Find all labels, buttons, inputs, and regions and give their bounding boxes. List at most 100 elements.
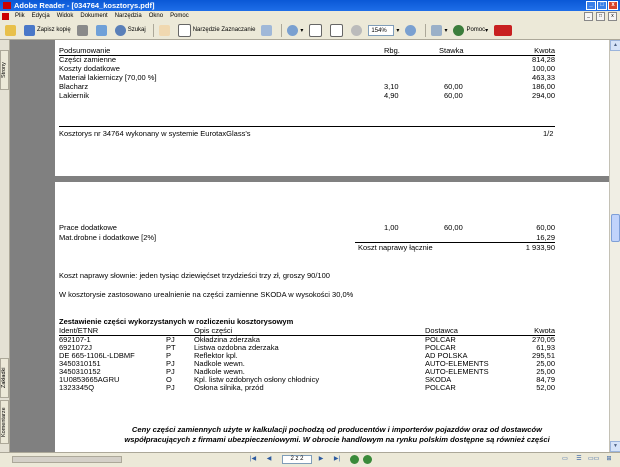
amount-in-words: Koszt naprawy słownie: jeden tysiąc dzie… [59, 271, 330, 280]
plus-icon [405, 24, 417, 36]
open-button[interactable] [3, 23, 20, 38]
help-button[interactable]: Pomoc ▾ [451, 23, 490, 38]
menu-window[interactable]: Okno [149, 13, 163, 19]
search-button[interactable]: Szukaj [113, 23, 148, 38]
actual-size-button[interactable] [307, 23, 326, 38]
document-viewport[interactable]: Podsumowanie Rbg. Stawka Kwota Części za… [10, 40, 609, 452]
summary-row-hours: 4,90 [384, 91, 399, 100]
scroll-thumb[interactable] [611, 214, 620, 242]
parts-title: Zestawienie części wykorzystanych w rozl… [59, 317, 294, 326]
vertical-scrollbar[interactable]: ▲ ▼ [609, 40, 620, 452]
previous-page-button[interactable]: ◀ [264, 455, 274, 464]
hand-icon [158, 24, 170, 36]
adobe-logo-button[interactable] [492, 23, 516, 38]
menu-document[interactable]: Dokument [80, 13, 107, 19]
zoom-input[interactable]: 154% [368, 24, 395, 36]
total-value: 1 933,90 [525, 243, 555, 252]
menu-tools[interactable]: Narzędzia [115, 13, 142, 19]
extra-row-rate: 60,00 [444, 223, 463, 232]
adobe-logo-icon [494, 24, 513, 36]
doc-restore-button[interactable]: □ [596, 12, 605, 21]
footer-rule [59, 126, 555, 127]
previous-view-icon[interactable] [350, 455, 359, 464]
menu-edit[interactable]: Edycja [32, 13, 50, 19]
amount-header: Kwota [534, 46, 555, 55]
search-label: Szukaj [127, 27, 146, 33]
summary-row-label: Części zamienne [59, 55, 117, 64]
save-copy-button[interactable]: Zapisz kopię [22, 23, 73, 38]
zoom-out-button[interactable] [349, 23, 366, 38]
doc-minimize-button[interactable]: _ [584, 12, 593, 21]
continuous-layout-button[interactable]: ☰ [574, 455, 584, 464]
select-tool-button[interactable]: Narzędzie Zaznaczanie [176, 23, 258, 38]
scroll-up-button[interactable]: ▲ [610, 40, 620, 51]
summary-row-hours: 3,10 [384, 82, 399, 91]
summary-row-label: Blacharz [59, 82, 89, 91]
page-number-field[interactable]: 2 z 2 [282, 455, 312, 464]
summary-row-amount: 100,00 [532, 64, 555, 73]
menu-view[interactable]: Widok [57, 13, 74, 19]
printer-icon [76, 24, 88, 36]
tab-pages[interactable]: Strony [0, 50, 9, 90]
rate-header: Stawka [439, 46, 464, 55]
scroll-down-button[interactable]: ▼ [610, 441, 620, 452]
save-copy-label: Zapisz kopię [37, 27, 71, 33]
next-view-icon[interactable] [363, 455, 372, 464]
summary-header: Podsumowanie [59, 46, 111, 55]
summary-row-rate: 60,00 [444, 91, 463, 100]
next-page-button[interactable]: ▶ [316, 455, 326, 464]
summary-row-label: Materiał lakierniczy [70,00 %] [59, 73, 157, 82]
tab-bookmarks[interactable]: Zakładki [0, 358, 9, 398]
email-icon [95, 24, 107, 36]
continuous-facing-button[interactable]: ⊞ [604, 455, 614, 464]
hand-tool-button[interactable] [157, 23, 174, 38]
help-icon [453, 24, 465, 36]
email-button[interactable] [94, 23, 111, 38]
select-tool-label: Narzędzie Zaznaczanie [192, 27, 256, 33]
parts-header-rule [59, 335, 555, 336]
page-icon [309, 23, 323, 37]
header-rule [59, 55, 555, 56]
menu-help[interactable]: Pomoc [170, 13, 189, 19]
help-label: Pomoc [466, 27, 486, 33]
summary-row-label: Koszty dodatkowe [59, 64, 120, 73]
app-icon [3, 2, 11, 9]
price-note-line-1: Ceny części zamiennych użyte w kalkulacj… [131, 425, 543, 434]
menu-file[interactable]: Plik [15, 13, 25, 19]
single-page-layout-button[interactable]: ▭ [560, 455, 570, 464]
summary-row-label: Lakiernik [59, 91, 90, 100]
extra-row-amount: 60,00 [536, 223, 555, 232]
parts-header-supplier: Dostawca [425, 326, 458, 335]
doc-close-button[interactable]: x [608, 12, 617, 21]
footer-page-number: 1/2 [543, 129, 554, 138]
document-icon [2, 12, 9, 20]
snapshot-button[interactable] [259, 23, 276, 38]
title-bar: Adobe Reader - [034764_kosztorys.pdf] _ … [0, 0, 620, 11]
extra-row-hours: 1,00 [384, 223, 399, 232]
summary-row-amount: 814,28 [532, 55, 555, 64]
first-page-button[interactable]: |◀ [248, 455, 258, 464]
zoom-plus-button[interactable] [403, 23, 420, 38]
facing-layout-button[interactable]: ▭▭ [588, 455, 599, 464]
last-page-button[interactable]: ▶| [332, 455, 342, 464]
maximize-button[interactable]: □ [597, 1, 607, 10]
hours-header: Rbg. [384, 46, 400, 55]
minus-icon [351, 24, 363, 36]
fit-page-icon [330, 23, 344, 37]
close-button[interactable]: x [608, 1, 618, 10]
summary-row-amount: 186,00 [532, 82, 555, 91]
zoom-in-button[interactable]: ▾ [285, 23, 305, 38]
chevron-down-icon: ▾ [444, 27, 448, 34]
chevron-down-icon: ▾ [396, 27, 400, 34]
camera-icon [261, 24, 273, 36]
fit-page-button[interactable] [328, 23, 347, 38]
print-button[interactable] [75, 23, 92, 38]
horizontal-scrollbar[interactable] [12, 456, 122, 463]
tab-comments[interactable]: Komentarze [0, 400, 9, 444]
extra-row-label: Mat.drobne i dodatkowe [2%] [59, 233, 157, 242]
minimize-button[interactable]: _ [586, 1, 596, 10]
price-note-line-2: współpracujących z firmami ubezpieczenio… [124, 435, 550, 444]
rotate-button[interactable]: ▾ [429, 23, 449, 38]
zoom-dropdown[interactable]: ▾ [394, 23, 401, 38]
chevron-down-icon: ▾ [300, 27, 304, 34]
